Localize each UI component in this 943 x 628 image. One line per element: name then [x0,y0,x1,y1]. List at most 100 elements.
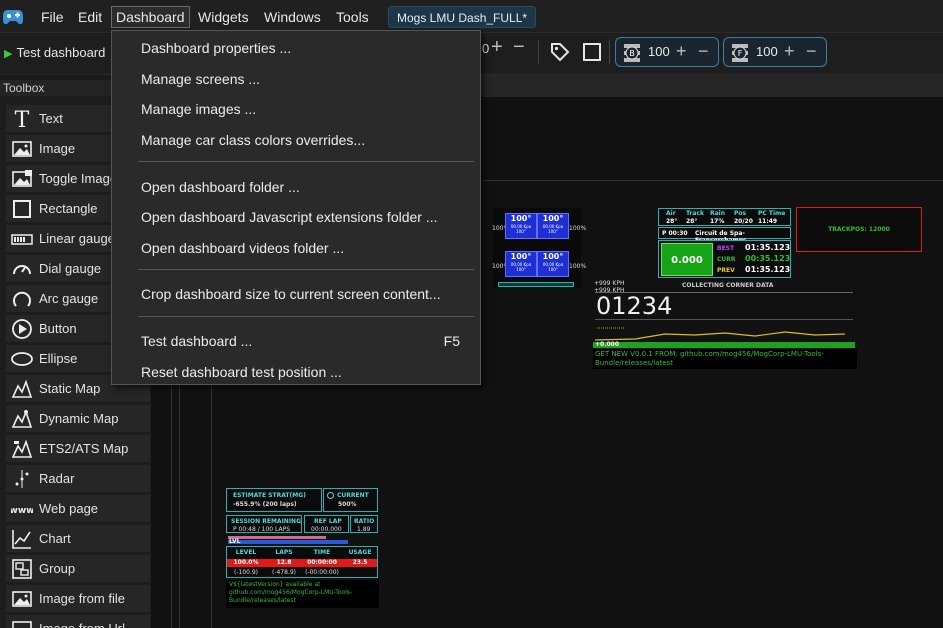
layer-plus-icon[interactable]: + [676,41,687,62]
menu-open-js-extensions-folder[interactable]: Open dashboard Javascript extensions fol… [112,203,480,231]
ratio-label: RATIO [354,518,375,525]
corner-widget[interactable]: COLLECTING CORNER DATA +999 KPH +999 KPH… [592,280,858,370]
toolbox-item-label: Chart [39,531,71,546]
menu-tools[interactable]: Tools [332,6,373,28]
fuel-row1-cell: 00:00:00 [307,559,337,566]
svg-text:www: www [11,506,33,516]
current-box: CURRENT 500% [323,488,378,512]
fuel-row2-cell: (-00:00:00) [305,569,339,576]
toolbox-item-label: Dial gauge [39,261,102,276]
menu-windows[interactable]: Windows [260,6,325,28]
fuel-col-header: USAGE [348,549,372,556]
tyre-wear: 100° [516,267,526,272]
menu-dashboard-properties[interactable]: Dashboard properties ... [112,34,480,62]
menu-separator [138,161,474,162]
document-tab[interactable]: Mogs LMU Dash_FULL* [388,6,537,28]
test-dashboard-button[interactable]: ▶ Test dashboard [4,42,105,64]
svg-text:T: T [15,108,30,130]
corner-divider [595,319,853,320]
ets2-map-icon [11,439,33,458]
menu-manage-car-class-colors[interactable]: Manage car class colors overrides... [112,126,480,154]
fuel-bar-blue [228,540,348,544]
toolbox-item-label: ETS2/ATS Map [39,441,129,456]
svg-text:B: B [629,49,635,58]
layer-plus-icon[interactable]: + [784,41,795,62]
button-icon [12,319,32,339]
menu-test-dashboard[interactable]: Test dashboard ... F5 [112,327,480,355]
menu-dashboard[interactable]: Dashboard [111,6,190,28]
trackpos-widget[interactable]: TRACKPOS: 12000 [796,207,922,252]
toolbox-item[interactable]: Dynamic Map [6,405,150,433]
layer-control-1: B 100 + − [615,37,719,67]
toolbox-item-label: Static Map [39,381,101,396]
menu-open-videos-folder[interactable]: Open dashboard videos folder ... [112,234,480,262]
tyre-temp: 100° [542,214,564,223]
lvl-label: LVL [229,538,241,545]
current-label: CURRENT [337,492,369,499]
fuel-widget[interactable]: ESTIMATE STRAT(MG) -655.9% (200 laps) CU… [226,488,379,608]
tyre-fl: 100° 00.00 Kpa 100° [505,213,537,239]
tag-icon[interactable] [549,41,571,63]
arc-gauge-icon [13,291,31,307]
fuel-row1-cell: 23.5 [352,559,368,566]
image-from-url-icon [12,621,32,628]
corner-trace [595,327,846,341]
toolbox-item[interactable]: www Web page [6,495,150,523]
zoom-minus-icon[interactable]: − [513,36,525,59]
fuel-col-header: LEVEL [235,549,257,556]
weather-value: 20/20 [734,218,753,225]
session-remaining-label: SESSION REMAINING [231,518,302,525]
toolbox-item[interactable]: Image from file [6,585,150,613]
weather-header: PC Time [758,210,786,217]
version-notice: V${latestVersion} available at github.co… [226,580,379,608]
text-icon: T [15,108,30,130]
image-icon [12,141,32,157]
update-notice: GET NEW V0.0.1 FROM: github.com/mog456/M… [593,349,857,369]
menu-crop-dashboard[interactable]: Crop dashboard size to current screen co… [112,280,480,308]
layer-minus-icon[interactable]: − [698,41,709,62]
tyre-widget[interactable]: 100% 100% 100% 100% 100° 00.00 Kpa 100° … [492,208,586,288]
frame-icon[interactable] [581,41,603,63]
toolbox-item-label: Toggle Image [39,171,118,186]
tyre-temp: 100° [542,252,564,261]
zoom-plus-icon[interactable]: + [491,36,503,59]
fuel-table: LEVEL LAPS TIME USAGE 100.0% 12.8 00:00:00 23.5… [226,546,378,578]
weather-value: 11:49 [758,218,778,225]
layer-minus-icon[interactable]: − [806,41,817,62]
weather-header: Air [666,210,676,217]
toolbox-item-label: Dynamic Map [39,411,119,426]
toolbox-item[interactable]: Chart [6,525,150,553]
corner-green-value: +0.000 [595,341,620,348]
toolbox-item[interactable]: Group [6,555,150,583]
toolbox-item-label: Group [39,561,76,576]
fuel-col-header: TIME [313,549,331,556]
menu-manage-images[interactable]: Manage images ... [112,95,480,123]
delta-value: 0.000 [661,243,713,276]
menu-edit[interactable]: Edit [74,6,106,28]
ref-lap-label: REF LAP [314,518,342,525]
menu-file[interactable]: File [37,6,68,28]
toolbox-item-label: Rectangle [39,201,98,216]
menu-widgets[interactable]: Widgets [194,6,253,28]
curr-label: CURR [717,256,736,263]
menu-open-dashboard-folder[interactable]: Open dashboard folder ... [112,173,480,201]
best-time: 01:35.123 [745,243,791,252]
kph-top: +999 KPH [594,280,625,287]
session-remaining-value: P 00:48 / 100 LAPS [233,526,291,533]
menu-reset-test-position[interactable]: Reset dashboard test position ... [112,358,480,386]
radio-icon [327,492,334,499]
toolbox-item-label: Radar [39,471,75,486]
corner-title: COLLECTING CORNER DATA [682,282,774,289]
toolbox-item[interactable]: Image from Url [6,615,150,628]
tyre-wear: 100° [516,229,526,234]
curr-time: 00:35.123 [745,254,791,263]
lap-widget[interactable]: Air 28° Track 28° Rain 17% Pos 20/20 PC Time 11:4… [658,208,791,278]
menu-manage-screens[interactable]: Manage screens ... [112,65,480,93]
tyre-side-right: 100% [569,225,587,232]
toolbox-item[interactable]: Radar [6,465,150,493]
layer-value-2: 100 [756,44,778,59]
test-dashboard-label: Test dashboard [16,45,106,60]
timing-box: 0.000 BEST CURR PREV 01:35.123 00:35.123… [658,240,791,278]
toolbox-item[interactable]: ETS2/ATS Map [6,435,150,463]
zoom-value: 0 [482,41,490,56]
